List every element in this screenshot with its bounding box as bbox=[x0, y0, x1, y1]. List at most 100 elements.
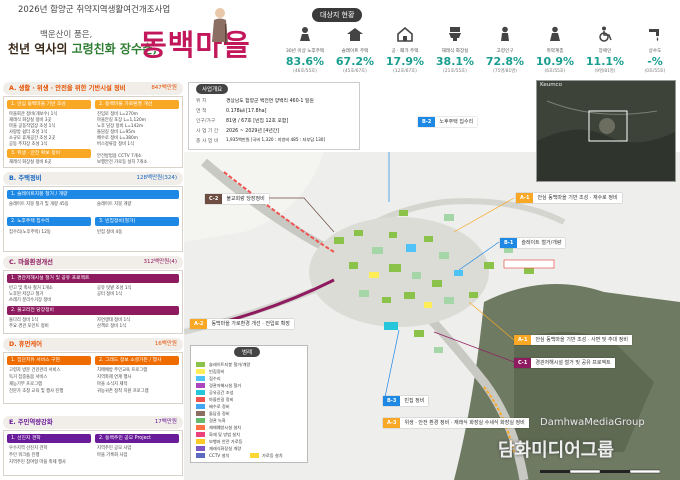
stat-item: 고령인구 72.8% (75명/81명) bbox=[482, 26, 528, 74]
tag-text: 위생 · 안전 환경 정비 · 재래식 화장실 수세식 화장실 정비 bbox=[400, 418, 529, 428]
section-a-sub1: 1. 안심 동백마을 기반 조성 bbox=[7, 100, 91, 109]
map-tag-a1-slope[interactable]: A-1 안심 동백마을 기반 조성 · 사면 및 추대 정비 bbox=[514, 335, 632, 345]
inset-label: Keumco bbox=[540, 82, 562, 88]
scale-bar bbox=[540, 469, 660, 474]
section-d-body: 1. 집단치유 서비스 구현 2. 그래드 정보 소셜가든 / 행사 고령자 방… bbox=[3, 352, 183, 404]
legend-swatch bbox=[196, 446, 205, 451]
watermark-ko: 담화미디어그룹 bbox=[498, 440, 614, 461]
map-tag-c2[interactable]: C-2 불교회랑 당장정비 bbox=[205, 194, 269, 204]
list-item: 재능기부 프로그램 bbox=[9, 382, 42, 387]
map-tag-a1[interactable]: A-1 안심 동백마을 기반 조성 · 재수로 정비 bbox=[516, 193, 622, 203]
section-e-header: E. 주민역량강화 17백만원 bbox=[3, 416, 183, 429]
stat-label: 고령인구 bbox=[496, 49, 514, 54]
outline-value: 81명 / 67호 [빈집 12호 포함] bbox=[226, 119, 289, 124]
inset-map[interactable] bbox=[536, 80, 676, 182]
stat-label: 공 · 폐가 주택 bbox=[391, 49, 419, 54]
legend-label: CCTV 설치 bbox=[209, 453, 230, 458]
legend-label: 돌담길 정비 bbox=[209, 411, 230, 416]
legend-label: 재해예방시설 설치 bbox=[209, 425, 242, 430]
legend-label: 집수리 bbox=[209, 376, 221, 381]
outline-value: 경상남도 함양군 백전면 양백리 460-1 일원 bbox=[226, 99, 314, 104]
legend-swatch bbox=[196, 439, 205, 444]
map-tag-b3[interactable]: B-3 빈집 정비 bbox=[383, 396, 429, 406]
legend-swatch bbox=[196, 397, 205, 402]
legend-swatch bbox=[196, 362, 205, 367]
stat-value: 83.6% bbox=[285, 55, 325, 68]
tag-text: 안심 동백마을 기반 조성 · 사면 및 추대 정비 bbox=[531, 335, 632, 345]
stat-sub: (21호/55호) bbox=[443, 69, 467, 74]
section-e-sub2: 2. 동백주민 공모 Project bbox=[95, 434, 179, 443]
legend-swatch bbox=[196, 376, 205, 381]
top-strap: 2026년 함양군 취약지역생활여건개조사업 bbox=[18, 5, 171, 15]
section-b-header: B. 주택정비 128백만원(324) bbox=[3, 172, 183, 185]
slogan-line2: 천년 역사의 고령친화 장수촌, bbox=[8, 40, 157, 57]
map-tag-a2[interactable]: A-2 동백마을 가로환경 개선 · 전입로 확장 bbox=[190, 319, 294, 329]
section-b-sub1: 1. 슬레이트지붕 철거 / 개량 bbox=[7, 190, 179, 199]
stat-item: 상수도 -% (0호/55호) bbox=[632, 26, 678, 74]
outline-key: 인구/가구 bbox=[196, 119, 216, 124]
tag-text: 슬레이트 철거/개량 bbox=[517, 238, 566, 248]
list-item: 공터 정비 1식 bbox=[97, 292, 123, 297]
outline-key: 위 치 bbox=[196, 99, 207, 104]
list-item: 주요 경관 포인트 정비 bbox=[9, 324, 49, 329]
stat-item: 공 · 폐가 주택 17.9% (12호/67호) bbox=[382, 26, 428, 74]
map-tag-a3[interactable]: A-3 위생 · 안전 환경 정비 · 재래식 화장실 수세식 화장실 정비 bbox=[383, 418, 529, 428]
list-item: 쓰레기 분리수거장 정비 bbox=[9, 298, 52, 303]
section-a-sub2: 2. 동백마을 가로환경 개선 bbox=[95, 100, 179, 109]
tag-code: B-2 bbox=[418, 117, 436, 127]
section-c-body: 1. 경관저해시설 철거 및 공유 프로젝트 빈고 및 축사 철거 1개소 노후… bbox=[3, 270, 183, 334]
section-c-header: C. 마을환경개선 312백만원(4) bbox=[3, 256, 183, 269]
map-tag-b1[interactable]: B-1 슬레이트 철거/개량 bbox=[500, 238, 566, 248]
list-item: 집수리(노후주택) 12동 bbox=[9, 230, 51, 235]
list-item: 전문가 초청 교육 및 행사 진행 bbox=[9, 389, 64, 394]
list-item: 우수지역 선진지 견학 bbox=[9, 446, 48, 451]
list-item: 귀농귀촌 정착 지원 프로그램 bbox=[97, 389, 149, 394]
legend-swatch bbox=[196, 411, 205, 416]
section-a-header: A. 생활 · 위생 · 안전을 위한 기반시설 정비 847백만원 bbox=[3, 82, 183, 95]
stat-item: 장애인 11.1% (9명/81명) bbox=[582, 26, 628, 74]
toilet-icon bbox=[449, 27, 461, 41]
solo-senior-icon bbox=[550, 26, 560, 41]
elder-figure-icon bbox=[212, 8, 228, 44]
slogan-part-a: 천년 역사의 bbox=[8, 42, 72, 56]
stat-item: 취약계층 10.9% (6호/55호) bbox=[532, 26, 578, 74]
legend-label: 화재 및 방범 설치 bbox=[209, 432, 240, 437]
section-d-title: D. 휴먼케어 bbox=[9, 341, 42, 348]
tag-text: 빈집 정비 bbox=[400, 396, 429, 406]
legend-label: 슬레이트지붕 철거/개량 bbox=[209, 362, 251, 367]
section-c-sub2: 2. 불고리전 당장정비 bbox=[7, 306, 179, 315]
tag-code: A-2 bbox=[190, 319, 208, 329]
section-a-body: 1. 안심 동백마을 기반 조성 2. 동백마을 가로환경 개선 마을회관 정비… bbox=[3, 96, 183, 168]
legend-title: 범례 bbox=[234, 347, 261, 357]
section-b-title: B. 주택정비 bbox=[9, 175, 42, 182]
stat-value: 72.8% bbox=[485, 55, 525, 68]
stat-sub: (46호/55호) bbox=[293, 69, 317, 74]
legend-label: 공유공간 조성 bbox=[209, 390, 234, 395]
water-tap-icon bbox=[649, 29, 659, 41]
stat-sub: (75명/81명) bbox=[493, 69, 517, 74]
map-tag-b2[interactable]: B-2 노후주택 집수리 bbox=[418, 117, 478, 127]
tag-code: B-3 bbox=[383, 396, 401, 406]
tag-code: C-1 bbox=[514, 358, 532, 368]
section-e-budget: 17백만원 bbox=[154, 419, 177, 425]
section-a-sub3: 3. 위생 · 안전 확보 정비 bbox=[7, 149, 91, 158]
stat-sub: (0호/55호) bbox=[644, 69, 666, 74]
stat-item: 30년 이상 노후주택 83.6% (46호/55호) bbox=[282, 26, 328, 74]
map-tag-c1[interactable]: C-1 경관저해시설 철거 및 공유 프로젝트 bbox=[514, 358, 615, 368]
section-c-title: C. 마을환경개선 bbox=[9, 259, 53, 266]
stat-label: 30년 이상 노후주택 bbox=[285, 49, 325, 54]
legend-swatch bbox=[196, 404, 205, 409]
list-item: 주민 워크숍 진행 bbox=[9, 453, 40, 458]
outline-value: 0.178㎢ [17.8ha] bbox=[226, 109, 267, 114]
stat-value: 38.1% bbox=[435, 55, 475, 68]
stat-value: -% bbox=[647, 55, 663, 68]
list-item: 지역축제 연계 행사 bbox=[97, 375, 132, 380]
stat-sub: (9명/81명) bbox=[594, 69, 616, 74]
tag-code: C-2 bbox=[205, 194, 223, 204]
stat-label: 취약계층 bbox=[546, 49, 564, 54]
section-e-body: 1. 선진지 견학 2. 동백주민 공모 Project 우수지역 선진지 견학… bbox=[3, 430, 183, 476]
section-a-budget: 847백만원 bbox=[151, 85, 177, 91]
tag-code: B-1 bbox=[500, 238, 518, 248]
legend-label: 보행자 안전 가로등 bbox=[209, 439, 243, 444]
senior-icon bbox=[501, 26, 509, 41]
